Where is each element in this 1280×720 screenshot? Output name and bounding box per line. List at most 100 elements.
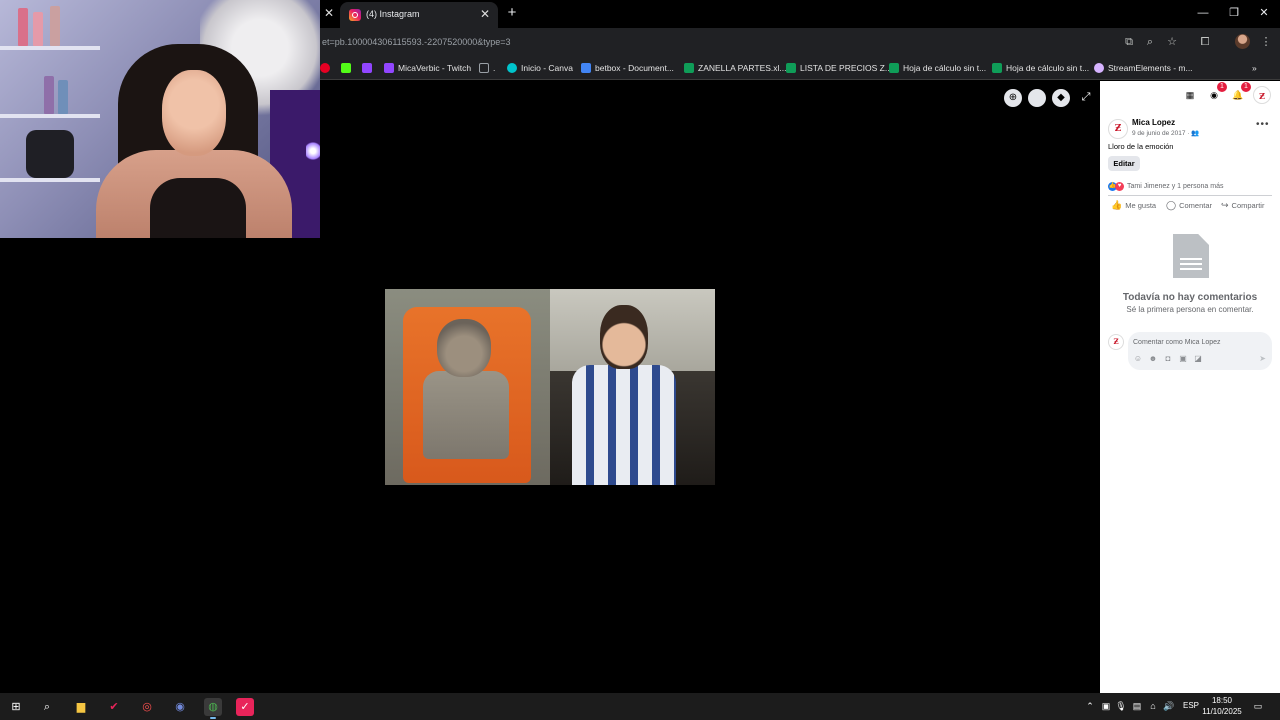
account-avatar[interactable]: Ƶ <box>1253 86 1271 104</box>
zoom-out-icon[interactable] <box>1028 89 1046 107</box>
pinterest-icon <box>320 63 330 73</box>
apps-grid-icon[interactable]: ▦ <box>1181 86 1199 104</box>
tray-display-icon[interactable]: ▤ <box>1131 700 1143 712</box>
bookmark-folder[interactable]: . <box>479 61 495 75</box>
restore-icon[interactable]: ❐ <box>1224 6 1244 20</box>
gif-icon[interactable]: ▣ <box>1178 354 1188 364</box>
bookmark-canva[interactable]: Inicio - Canva <box>507 61 573 75</box>
microphone-icon[interactable]: 🎙 <box>1115 700 1127 712</box>
bookmark-betbox[interactable]: betbox - Document... <box>581 61 674 75</box>
bookmark-micaverbic[interactable]: MicaVerbic - Twitch <box>384 61 471 75</box>
post-date[interactable]: 9 de junio de 2017 · 👥 <box>1132 129 1199 137</box>
comment-input[interactable] <box>1133 336 1263 348</box>
bookmark-zanella[interactable]: ZANELLA PARTES.xl... <box>684 61 787 75</box>
sheets-icon <box>684 63 694 73</box>
notifications-bell-icon[interactable]: 🔔 1 <box>1229 82 1251 104</box>
tray-app-icon[interactable]: ▣ <box>1100 700 1112 712</box>
photo-child-shirt <box>572 365 676 485</box>
post-options-icon[interactable]: ••• <box>1256 119 1270 130</box>
bookmark-pinterest[interactable] <box>320 61 330 75</box>
app-v-icon[interactable]: ✔ <box>105 698 123 716</box>
perfume-bottle <box>44 76 54 114</box>
canva-icon <box>507 63 517 73</box>
streamer-face <box>162 70 226 156</box>
bookmark-label: LISTA DE PRECIOS Z... <box>800 63 892 73</box>
avatar-sticker-icon[interactable]: ☺ <box>1133 354 1143 364</box>
send-icon[interactable]: ➤ <box>1259 354 1266 363</box>
bookmark-hoja-1[interactable]: Hoja de cálculo sin t... <box>889 61 986 75</box>
share-button[interactable]: ↪ Compartir <box>1221 200 1264 211</box>
bookmark-kick[interactable] <box>341 61 351 75</box>
obs-icon[interactable]: ◎ <box>138 698 156 716</box>
camera-icon[interactable]: ◘ <box>1163 354 1173 364</box>
extensions-icon[interactable]: ⧠ <box>1198 35 1212 49</box>
divider <box>1108 195 1272 196</box>
streamelements-icon <box>1094 63 1104 73</box>
clock-time[interactable]: 18:50 <box>1200 696 1244 705</box>
notifications-icon[interactable]: ▭ <box>1252 700 1264 712</box>
emoji-icon[interactable]: ☻ <box>1148 354 1158 364</box>
network-icon[interactable]: ⌂ <box>1147 700 1159 712</box>
windows-start-icon[interactable]: ⊞ <box>7 698 25 716</box>
show-hidden-icons-icon[interactable]: ⌃ <box>1084 700 1096 712</box>
notifications-badge: 1 <box>1241 82 1251 92</box>
zoom-icon[interactable]: ⌕ <box>1143 35 1157 49</box>
comment-button[interactable]: ◯ Comentar <box>1166 200 1212 211</box>
instagram-icon <box>349 9 361 21</box>
photo-child-body <box>423 371 509 459</box>
new-tab-button[interactable]: + <box>504 5 520 21</box>
bookmark-label: ZANELLA PARTES.xl... <box>698 63 787 73</box>
streamer-top <box>150 178 246 238</box>
bookmark-lista-precios[interactable]: LISTA DE PRECIOS Z... <box>786 61 892 75</box>
perfume-bottle <box>50 6 60 46</box>
volume-icon[interactable]: 🔊 <box>1163 700 1175 712</box>
more-bookmarks-button[interactable]: » <box>1252 61 1257 75</box>
shelf <box>0 46 100 50</box>
bookmark-label: . <box>493 63 496 73</box>
zoom-in-icon[interactable]: ⊕ <box>1004 89 1022 107</box>
bookmark-twitch[interactable] <box>362 61 372 75</box>
share-icon: ↪ <box>1221 200 1229 210</box>
bookmark-star-icon[interactable]: ☆ <box>1165 35 1179 49</box>
app-v-red-icon[interactable]: ✓ <box>236 698 254 716</box>
close-icon[interactable]: ✕ <box>322 6 336 20</box>
reactions-summary[interactable]: 👍 ♥ Tami Jimenez y 1 persona más <box>1108 182 1223 191</box>
bookmark-streamelements[interactable]: StreamElements - m... <box>1094 61 1193 75</box>
like-button[interactable]: 👍 Me gusta <box>1111 200 1156 211</box>
clock-date[interactable]: 11/10/2025 <box>1200 707 1244 716</box>
menu-kebab-icon[interactable]: ⋮ <box>1259 35 1273 49</box>
more-bookmarks-icon: » <box>1252 63 1257 73</box>
share-label: Compartir <box>1231 201 1265 210</box>
sticker-icon[interactable]: ◪ <box>1193 354 1203 364</box>
edit-button[interactable]: Editar <box>1108 156 1140 171</box>
bookmark-hoja-2[interactable]: Hoja de cálculo sin t... <box>992 61 1089 75</box>
post-caption: Lloro de la emoción <box>1108 142 1174 151</box>
sheets-icon <box>786 63 796 73</box>
language-indicator[interactable]: ESP <box>1183 701 1199 710</box>
messenger-badge: 1 <box>1217 82 1227 92</box>
expand-icon[interactable]: ⤢ <box>1080 91 1092 105</box>
browser-tab-instagram[interactable]: (4) Instagram ✕ <box>340 2 498 28</box>
post-author-avatar[interactable]: Ƶ <box>1108 119 1128 139</box>
profile-avatar[interactable] <box>1235 34 1250 49</box>
bookmark-label: Hoja de cálculo sin t... <box>903 63 987 73</box>
install-app-icon[interactable]: ⧉ <box>1122 35 1136 49</box>
bookmark-label: Inicio - Canva <box>521 63 573 73</box>
twitch-icon <box>362 63 372 73</box>
post-author-name[interactable]: Mica Lopez <box>1132 118 1175 127</box>
chrome-icon[interactable]: ◍ <box>204 698 222 719</box>
tab-close-icon[interactable]: ✕ <box>478 7 492 21</box>
perfume-bottle <box>18 8 28 46</box>
twitch-icon <box>384 63 394 73</box>
shelf <box>0 114 100 118</box>
tag-icon[interactable]: ◆ <box>1052 89 1070 107</box>
minimize-icon[interactable]: — <box>1193 6 1213 20</box>
search-icon[interactable]: ⌕ <box>38 698 56 716</box>
discord-icon[interactable]: ◉ <box>171 698 189 716</box>
address-bar-url[interactable]: et=pb.100004306115593.-2207520000&type=3 <box>322 37 511 47</box>
close-window-icon[interactable]: ✕ <box>1254 6 1274 20</box>
no-comments-subtitle: Sé la primera persona en comentar. <box>1126 305 1254 314</box>
perfume-bottle <box>33 12 43 46</box>
messenger-icon[interactable]: ◉ 1 <box>1205 82 1227 104</box>
file-explorer-icon[interactable]: ▆ <box>72 698 90 716</box>
